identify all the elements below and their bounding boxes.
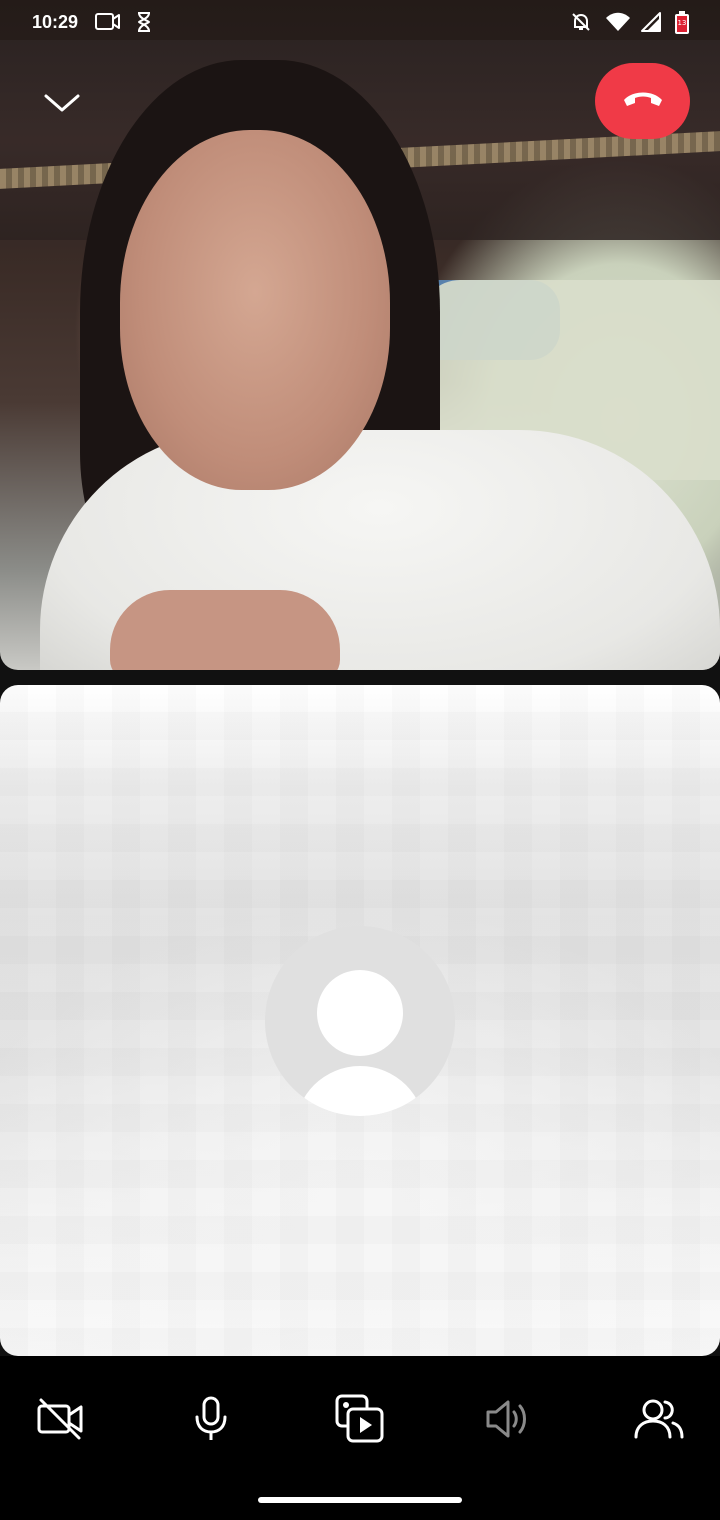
call-controls-bar <box>0 1356 720 1520</box>
add-participants-button[interactable] <box>624 1386 694 1456</box>
add-people-icon <box>633 1397 685 1446</box>
minimize-call-button[interactable] <box>38 82 86 122</box>
video-off-icon <box>35 1396 87 1447</box>
video-person-face <box>120 130 390 490</box>
battery-level: 13 <box>677 19 687 27</box>
chevron-down-icon <box>38 94 86 126</box>
cellular-signal-icon <box>639 10 663 39</box>
video-camera-icon <box>94 10 122 39</box>
avatar-body <box>295 1066 425 1116</box>
video-person-hand <box>110 590 340 670</box>
notifications-off-icon <box>569 10 593 39</box>
microphone-icon <box>191 1395 231 1448</box>
share-media-button[interactable] <box>325 1386 395 1456</box>
battery-icon: 13 <box>673 10 691 41</box>
toggle-microphone-button[interactable] <box>176 1386 246 1456</box>
status-bar: 10:29 13 <box>0 0 720 46</box>
home-indicator[interactable] <box>258 1497 462 1503</box>
avatar-head <box>317 970 403 1056</box>
person-placeholder-icon <box>265 926 455 1116</box>
speaker-icon <box>484 1397 534 1446</box>
status-time: 10:29 <box>32 12 79 32</box>
hourglass-icon <box>134 10 154 39</box>
media-gallery-icon <box>334 1393 386 1450</box>
phone-hangup-icon <box>621 87 665 116</box>
toggle-video-button[interactable] <box>26 1386 96 1456</box>
self-preview-tile[interactable] <box>0 685 720 1356</box>
wifi-icon <box>604 10 632 39</box>
end-call-button[interactable] <box>595 63 690 139</box>
speaker-button[interactable] <box>474 1386 544 1456</box>
video-call-screen: 10:29 13 <box>0 0 720 1520</box>
